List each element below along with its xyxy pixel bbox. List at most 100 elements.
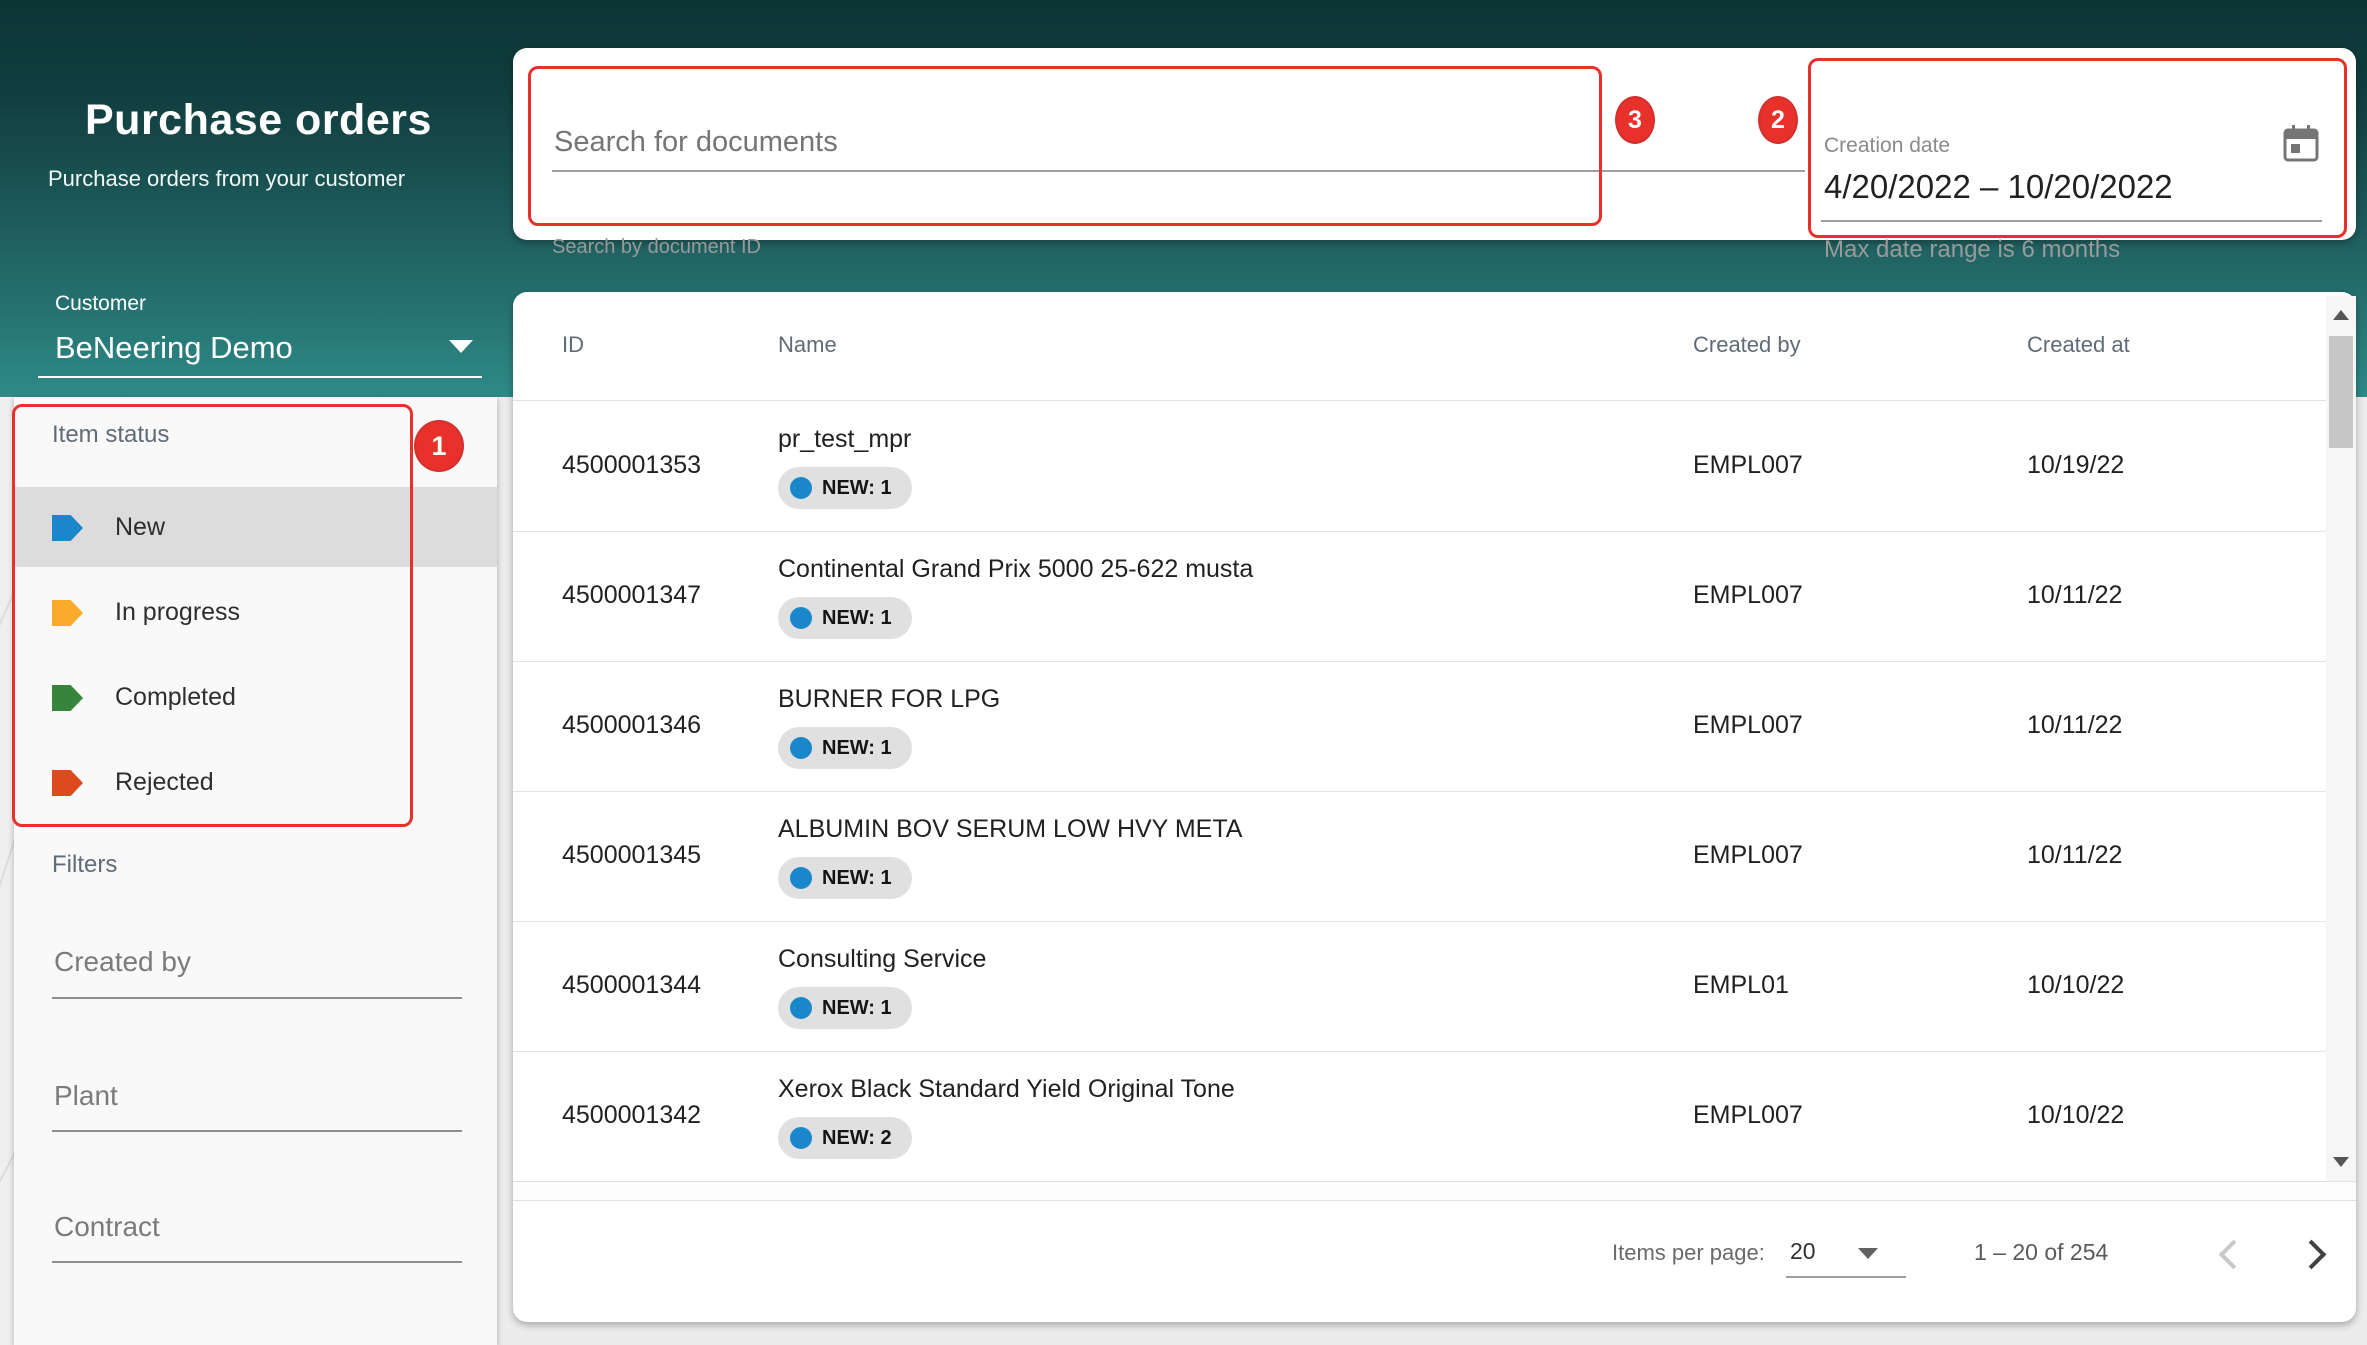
new-dot-icon — [790, 867, 812, 889]
search-input[interactable] — [552, 120, 1810, 164]
status-badge: NEW: 1 — [778, 987, 912, 1029]
sidebar-item-label: In progress — [115, 598, 240, 627]
new-dot-icon — [790, 477, 812, 499]
badge-text: NEW: 1 — [822, 477, 892, 500]
column-header-created-by: Created by — [1693, 332, 1801, 358]
cell-id: 4500001342 — [562, 1101, 701, 1130]
filter-created-by-underline — [52, 997, 462, 999]
filter-contract[interactable]: Contract — [54, 1211, 160, 1243]
cell-created-by: EMPL01 — [1693, 971, 1789, 1000]
cell-id: 4500001344 — [562, 971, 701, 1000]
table-row[interactable]: 4500001346 BURNER FOR LPG NEW: 1 EMPL007… — [513, 661, 2326, 792]
status-tag-icon — [52, 600, 83, 626]
cell-name: ALBUMIN BOV SERUM LOW HVY META — [778, 815, 1242, 844]
badge-text: NEW: 1 — [822, 867, 892, 890]
creation-date-label: Creation date — [1824, 134, 1950, 158]
chevron-down-icon[interactable] — [449, 340, 473, 353]
cell-created-at: 10/10/22 — [2027, 971, 2124, 1000]
sidebar-item-new[interactable]: New — [14, 487, 497, 567]
sidebar-item-in-progress[interactable]: In progress — [14, 572, 497, 652]
new-dot-icon — [790, 997, 812, 1019]
column-header-name: Name — [778, 332, 837, 358]
badge-text: NEW: 1 — [822, 997, 892, 1020]
creation-date-value[interactable]: 4/20/2022 – 10/20/2022 — [1824, 168, 2173, 206]
new-dot-icon — [790, 607, 812, 629]
status-tag-icon — [52, 515, 83, 541]
next-page-button[interactable] — [2297, 1240, 2327, 1270]
previous-page-button[interactable] — [2219, 1240, 2249, 1270]
filter-created-by[interactable]: Created by — [54, 946, 191, 978]
page-subtitle: Purchase orders from your customer — [48, 166, 405, 192]
toolbar-card: Search by document ID Creation date 4/20… — [513, 48, 2356, 240]
cell-created-at: 10/11/22 — [2027, 841, 2122, 870]
cell-id: 4500001347 — [562, 581, 701, 610]
status-badge: NEW: 1 — [778, 597, 912, 639]
sidebar-item-label: Completed — [115, 683, 236, 712]
pagination-range: 1 – 20 of 254 — [1974, 1239, 2108, 1266]
documents-table-card: ID Name Created by Created at 4500001353… — [513, 292, 2356, 1322]
page-title: Purchase orders — [85, 96, 432, 145]
status-tag-icon — [52, 770, 83, 796]
status-badge: NEW: 1 — [778, 727, 912, 769]
creation-date-hint: Max date range is 6 months — [1824, 236, 2120, 264]
table-row[interactable]: 4500001344 Consulting Service NEW: 1 EMP… — [513, 921, 2326, 1052]
cell-name: Continental Grand Prix 5000 25-622 musta — [778, 555, 1253, 584]
status-tag-icon — [52, 685, 83, 711]
decorative-left-strip — [0, 397, 14, 1345]
cell-name: Xerox Black Standard Yield Original Tone — [778, 1075, 1235, 1104]
cell-id: 4500001346 — [562, 711, 701, 740]
cell-name: pr_test_mpr — [778, 425, 911, 454]
status-badge: NEW: 1 — [778, 467, 912, 509]
status-badge: NEW: 2 — [778, 1117, 912, 1159]
scroll-up-icon[interactable] — [2333, 310, 2349, 320]
items-per-page-label: Items per page: — [1612, 1240, 1765, 1266]
customer-select-underline — [38, 376, 482, 378]
sidebar-item-label: New — [115, 513, 165, 542]
search-hint: Search by document ID — [552, 236, 761, 259]
scrollbar-thumb[interactable] — [2329, 336, 2353, 448]
customer-label: Customer — [55, 292, 146, 316]
cell-created-by: EMPL007 — [1693, 451, 1803, 480]
table-row[interactable]: 4500001353 pr_test_mpr NEW: 1 EMPL007 10… — [513, 401, 2326, 532]
status-badge: NEW: 1 — [778, 857, 912, 899]
cell-created-by: EMPL007 — [1693, 841, 1803, 870]
table-row[interactable]: 4500001347 Continental Grand Prix 5000 2… — [513, 531, 2326, 662]
column-header-created-at: Created at — [2027, 332, 2130, 358]
column-header-id: ID — [562, 332, 584, 358]
creation-date-underline — [1821, 220, 2322, 222]
item-status-heading: Item status — [52, 421, 169, 449]
cell-id: 4500001345 — [562, 841, 701, 870]
filter-plant[interactable]: Plant — [54, 1080, 118, 1112]
new-dot-icon — [790, 737, 812, 759]
scroll-down-icon[interactable] — [2333, 1157, 2349, 1167]
cell-created-at: 10/11/22 — [2027, 581, 2122, 610]
sidebar-item-label: Rejected — [115, 768, 214, 797]
search-underline — [552, 170, 1805, 172]
table-row[interactable]: 4500001342 Xerox Black Standard Yield Or… — [513, 1051, 2326, 1181]
sidebar-item-completed[interactable]: Completed — [14, 657, 497, 737]
table-scrollbar[interactable] — [2326, 296, 2356, 1181]
filter-plant-underline — [52, 1130, 462, 1132]
sidebar: Item status New In progress Completed Re… — [14, 397, 497, 1345]
horizontal-scrollbar-track[interactable] — [513, 1181, 2356, 1201]
calendar-icon[interactable] — [2282, 124, 2320, 169]
purchase-orders-page: Purchase orders Purchase orders from you… — [0, 0, 2367, 1345]
items-per-page-underline — [1786, 1276, 1906, 1278]
cell-created-at: 10/19/22 — [2027, 451, 2124, 480]
table-row[interactable]: 4500001345 ALBUMIN BOV SERUM LOW HVY MET… — [513, 791, 2326, 922]
chevron-down-icon[interactable] — [1858, 1248, 1878, 1259]
cell-name: BURNER FOR LPG — [778, 685, 1000, 714]
cell-created-by: EMPL007 — [1693, 1101, 1803, 1130]
cell-id: 4500001353 — [562, 451, 701, 480]
customer-select[interactable]: BeNeering Demo — [55, 330, 293, 366]
badge-text: NEW: 2 — [822, 1127, 892, 1150]
cell-name: Consulting Service — [778, 945, 986, 974]
cell-created-by: EMPL007 — [1693, 711, 1803, 740]
new-dot-icon — [790, 1127, 812, 1149]
items-per-page-select[interactable]: 20 — [1790, 1238, 1816, 1265]
badge-text: NEW: 1 — [822, 737, 892, 760]
cell-created-at: 10/11/22 — [2027, 711, 2122, 740]
filters-heading: Filters — [52, 851, 117, 879]
sidebar-item-rejected[interactable]: Rejected — [14, 742, 497, 822]
cell-created-at: 10/10/22 — [2027, 1101, 2124, 1130]
